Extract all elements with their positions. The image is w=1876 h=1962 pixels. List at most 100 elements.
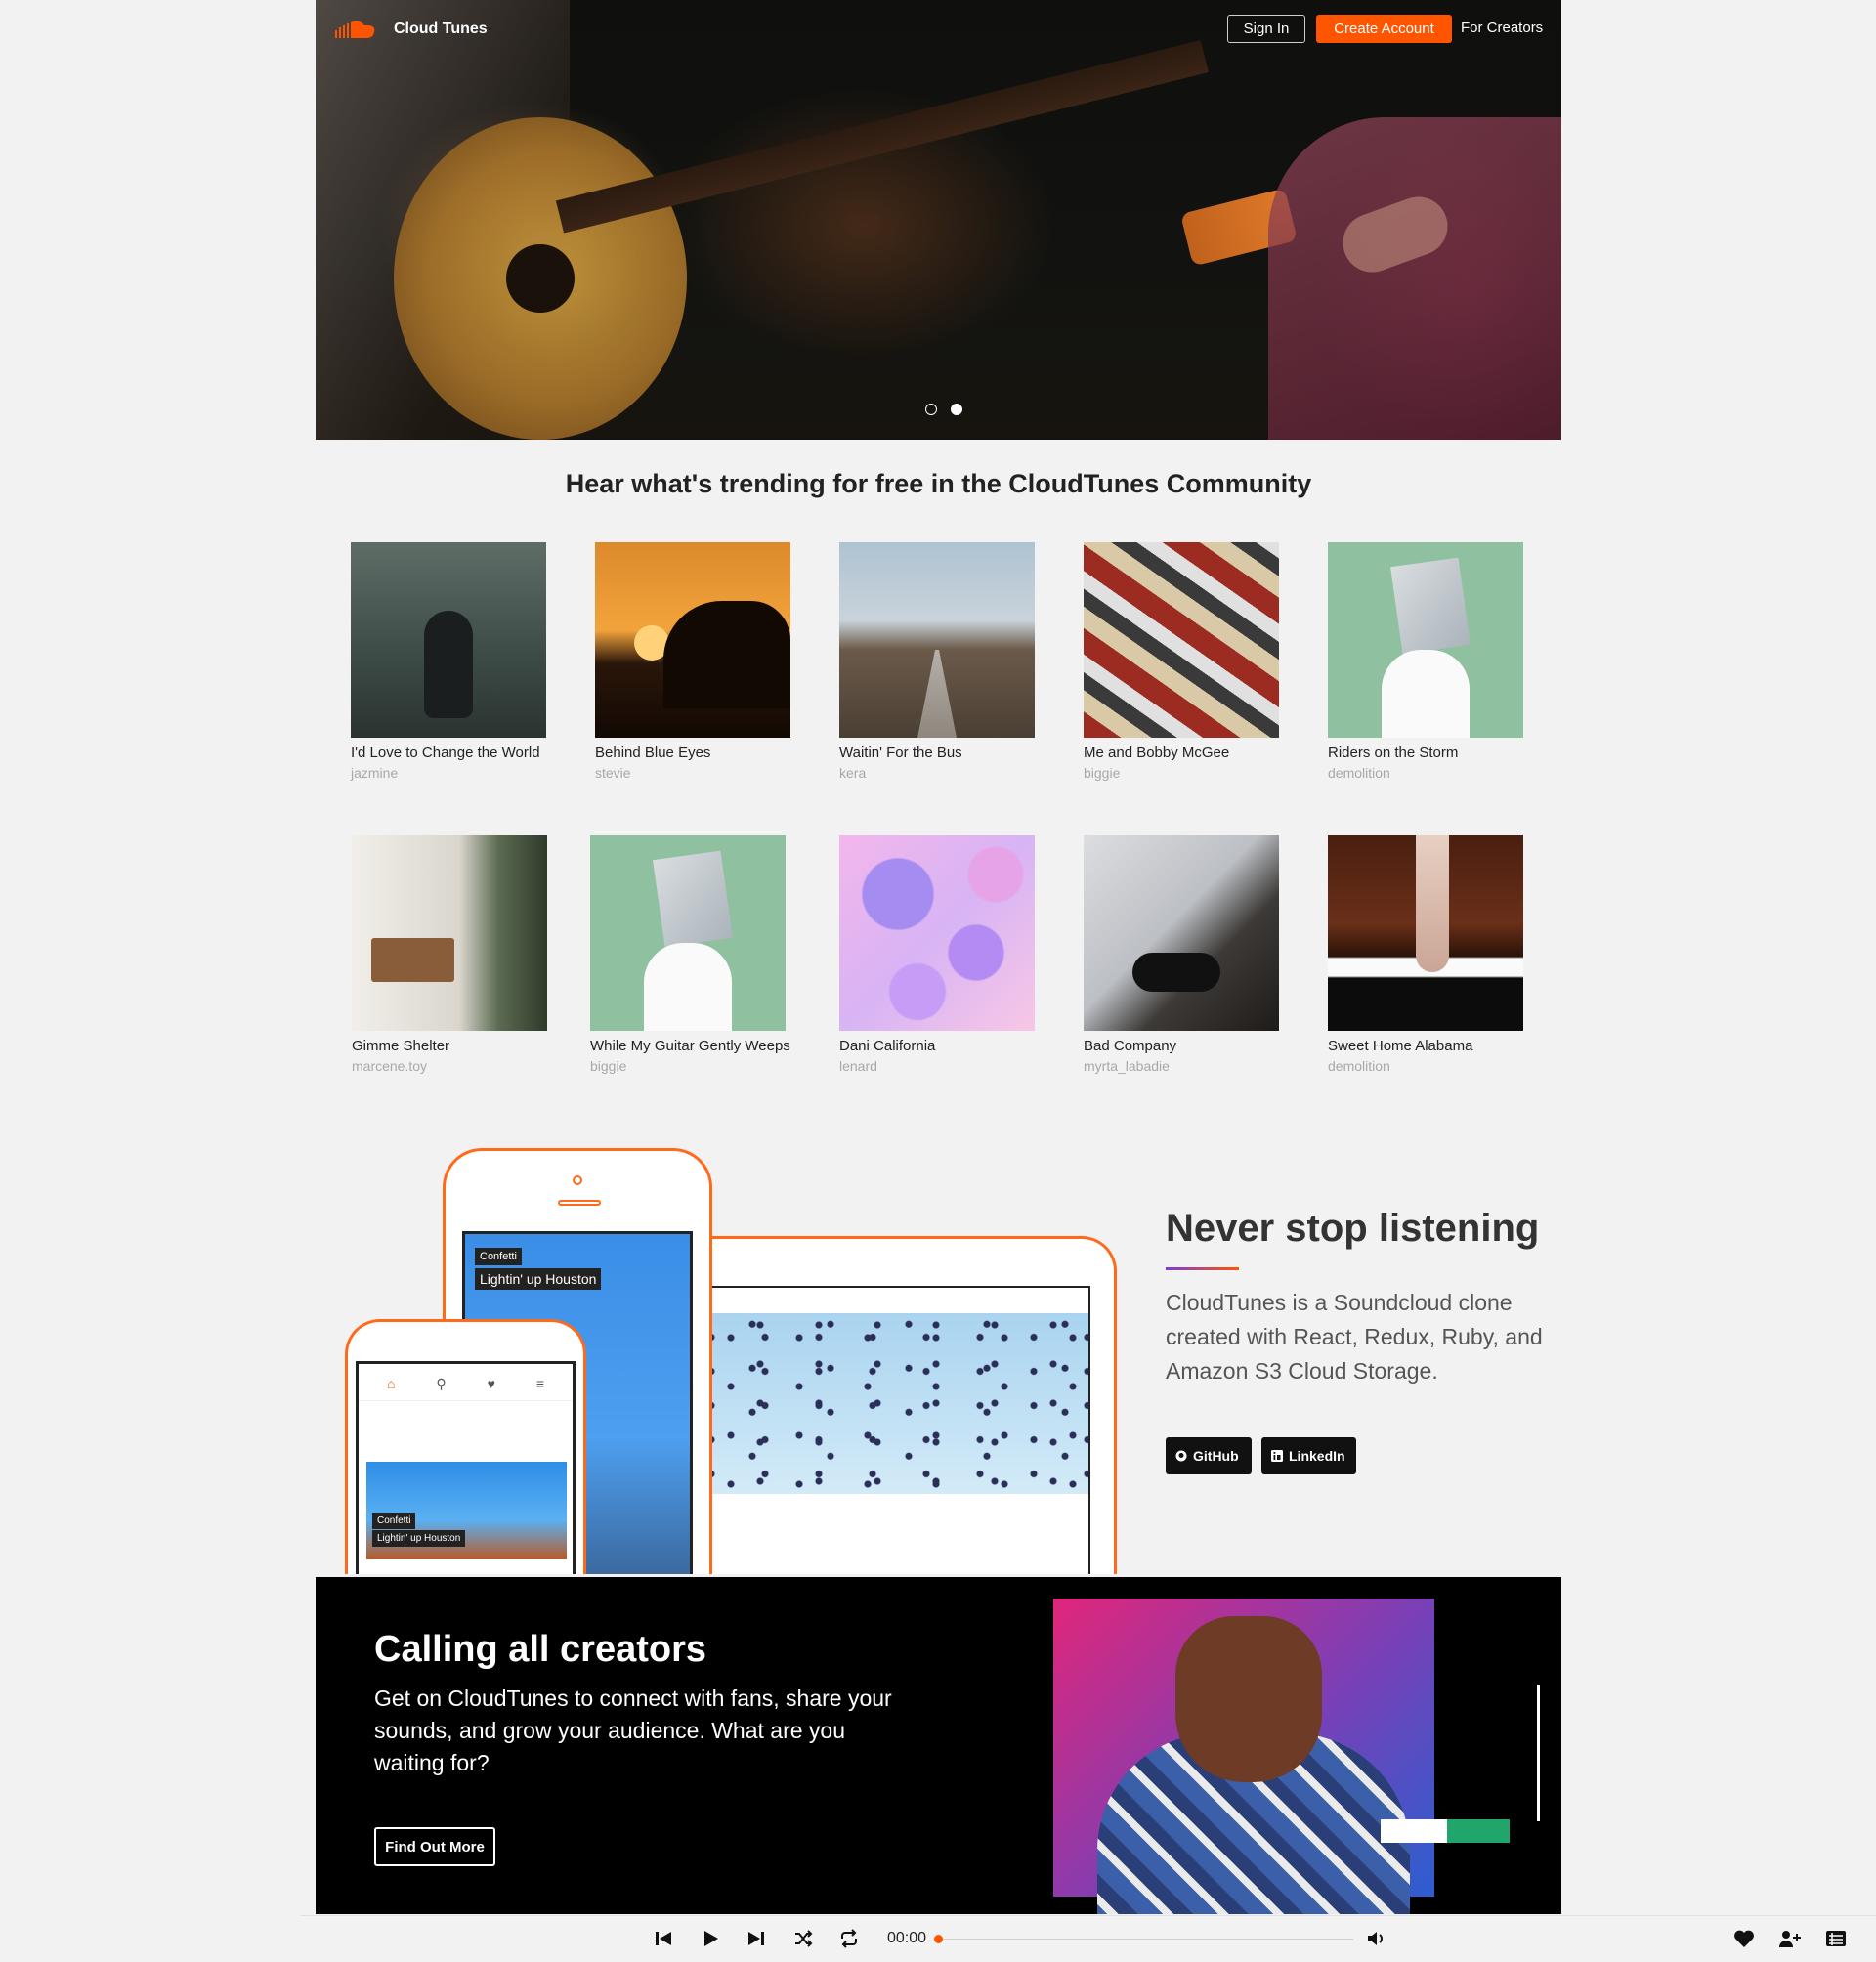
heading-underline	[1166, 1267, 1239, 1270]
creators-description: Get on CloudTunes to connect with fans, …	[374, 1685, 892, 1775]
creators-banner: Calling all creators Get on CloudTunes t…	[316, 1577, 1561, 1914]
linkedin-button[interactable]: LinkedIn	[1261, 1437, 1356, 1474]
play-icon[interactable]	[700, 1928, 721, 1951]
track-artwork[interactable]	[839, 835, 1035, 1031]
hero-guitar-neck	[555, 39, 1209, 234]
artwork-sticker	[1381, 1819, 1510, 1843]
track-title[interactable]: Gimme Shelter	[352, 1038, 557, 1054]
track-artist[interactable]: stevie	[595, 765, 800, 781]
track-title[interactable]: Dani California	[839, 1038, 1045, 1054]
never-stop-heading: Never stop listening	[1166, 1207, 1540, 1250]
follow-icon[interactable]	[1778, 1928, 1801, 1951]
track-artwork[interactable]	[1084, 835, 1279, 1031]
track-card[interactable]: Me and Bobby McGee biggie	[1084, 542, 1289, 781]
page: Cloud Tunes Sign In Create Account For C…	[316, 0, 1561, 1914]
track-artist[interactable]: demolition	[1328, 765, 1533, 781]
track-title[interactable]: Bad Company	[1084, 1038, 1289, 1054]
top-nav: Cloud Tunes Sign In Create Account For C…	[316, 0, 1561, 59]
track-artist[interactable]: biggie	[1084, 765, 1289, 781]
never-stop-description: CloudTunes is a Soundcloud clone created…	[1166, 1290, 1543, 1384]
creators-heading: Calling all creators	[374, 1629, 707, 1670]
progress-track[interactable]	[938, 1939, 1353, 1940]
queue-icon[interactable]	[1825, 1928, 1847, 1951]
track-artwork[interactable]	[1328, 542, 1523, 738]
tablet-mockup	[667, 1236, 1117, 1574]
track-artist[interactable]: biggie	[590, 1058, 795, 1074]
track-title[interactable]: Waitin' For the Bus	[839, 745, 1045, 761]
cloud-logo-icon[interactable]	[335, 20, 376, 39]
track-title[interactable]: Sweet Home Alabama	[1328, 1038, 1533, 1054]
track-artwork[interactable]	[590, 835, 786, 1031]
phone-speaker	[558, 1200, 601, 1206]
track-artist[interactable]: demolition	[1328, 1058, 1533, 1074]
track-artist[interactable]: myrta_labadie	[1084, 1058, 1289, 1074]
github-label: GitHub	[1193, 1448, 1239, 1464]
carousel-dot-2[interactable]	[951, 404, 962, 415]
phone-post-label-artist: Confetti	[372, 1513, 416, 1529]
track-artist[interactable]: jazmine	[351, 765, 556, 781]
progress-handle[interactable]	[934, 1935, 943, 1943]
hero-banner: Cloud Tunes Sign In Create Account For C…	[316, 0, 1561, 440]
trending-heading: Hear what's trending for free in the Clo…	[565, 469, 1312, 498]
track-card[interactable]: Gimme Shelter marcene.toy	[352, 835, 557, 1074]
hero-guitar-hole	[506, 244, 575, 313]
find-out-more-button[interactable]: Find Out More	[374, 1827, 495, 1866]
carousel-dots	[925, 404, 962, 415]
brand-name[interactable]: Cloud Tunes	[394, 21, 488, 38]
track-artwork[interactable]	[839, 542, 1035, 738]
track-artist[interactable]: lenard	[839, 1058, 1045, 1074]
track-artwork[interactable]	[352, 835, 547, 1031]
create-account-button[interactable]: Create Account	[1316, 15, 1452, 43]
phone-nav: ⌂ ⚲ ♥ ≡	[359, 1364, 573, 1401]
skip-back-icon[interactable]	[653, 1928, 674, 1951]
phone-mockup-front: ⌂ ⚲ ♥ ≡ Confetti Lightin' up Houston	[345, 1319, 586, 1574]
track-artist[interactable]: marcene.toy	[352, 1058, 557, 1074]
device-mockups: Confetti Lightin' up Houston ⌂ ⚲ ♥ ≡ Con…	[345, 1148, 1175, 1574]
track-artwork[interactable]	[1084, 542, 1279, 738]
track-card[interactable]: I'd Love to Change the World jazmine	[351, 542, 556, 781]
track-card[interactable]: While My Guitar Gently Weeps biggie	[590, 835, 795, 1074]
volume-icon[interactable]	[1365, 1928, 1386, 1951]
track-card[interactable]: Sweet Home Alabama demolition	[1328, 835, 1533, 1074]
for-creators-link[interactable]: For Creators	[1461, 20, 1543, 36]
audio-player-bar: 00:00	[301, 1915, 1876, 1962]
repeat-icon[interactable]	[838, 1928, 860, 1951]
track-title[interactable]: Me and Bobby McGee	[1084, 745, 1289, 761]
track-title[interactable]: I'd Love to Change the World	[351, 745, 556, 761]
track-artwork[interactable]	[351, 542, 546, 738]
sign-in-button[interactable]: Sign In	[1227, 15, 1305, 43]
shuffle-icon[interactable]	[792, 1928, 814, 1951]
track-card[interactable]: Dani California lenard	[839, 835, 1045, 1074]
like-heart-icon[interactable]	[1733, 1928, 1755, 1951]
track-artwork[interactable]	[595, 542, 790, 738]
track-title[interactable]: While My Guitar Gently Weeps	[590, 1038, 795, 1054]
heart-icon: ♥	[487, 1376, 495, 1391]
carousel-dot-1[interactable]	[925, 404, 937, 415]
phone-camera	[573, 1175, 582, 1185]
track-card[interactable]: Waitin' For the Bus kera	[839, 542, 1045, 781]
tablet-screen	[688, 1286, 1090, 1574]
phone-front-screen: ⌂ ⚲ ♥ ≡ Confetti Lightin' up Houston	[356, 1361, 576, 1574]
menu-icon: ≡	[535, 1376, 544, 1391]
creator-portrait-face	[1175, 1616, 1322, 1782]
phone-label-artist: Confetti	[475, 1248, 522, 1265]
github-button[interactable]: GitHub	[1166, 1437, 1252, 1474]
linkedin-icon	[1271, 1450, 1283, 1462]
skip-forward-icon[interactable]	[746, 1928, 767, 1951]
track-card[interactable]: Behind Blue Eyes stevie	[595, 542, 800, 781]
track-card[interactable]: Riders on the Storm demolition	[1328, 542, 1533, 781]
phone-post-label-track: Lightin' up Houston	[372, 1530, 466, 1547]
track-artist[interactable]: kera	[839, 765, 1045, 781]
linkedin-label: LinkedIn	[1289, 1448, 1345, 1464]
playback-time: 00:00	[887, 1930, 927, 1946]
github-icon	[1175, 1450, 1187, 1462]
artwork-line	[1537, 1685, 1540, 1821]
track-title[interactable]: Riders on the Storm	[1328, 745, 1533, 761]
track-title[interactable]: Behind Blue Eyes	[595, 745, 800, 761]
phone-post-image: Confetti Lightin' up Houston	[366, 1462, 567, 1559]
tablet-sky-image	[690, 1313, 1088, 1494]
track-artwork[interactable]	[1328, 835, 1523, 1031]
phone-label-track: Lightin' up Houston	[475, 1268, 602, 1290]
hero-figure-right	[1268, 117, 1561, 440]
track-card[interactable]: Bad Company myrta_labadie	[1084, 835, 1289, 1074]
